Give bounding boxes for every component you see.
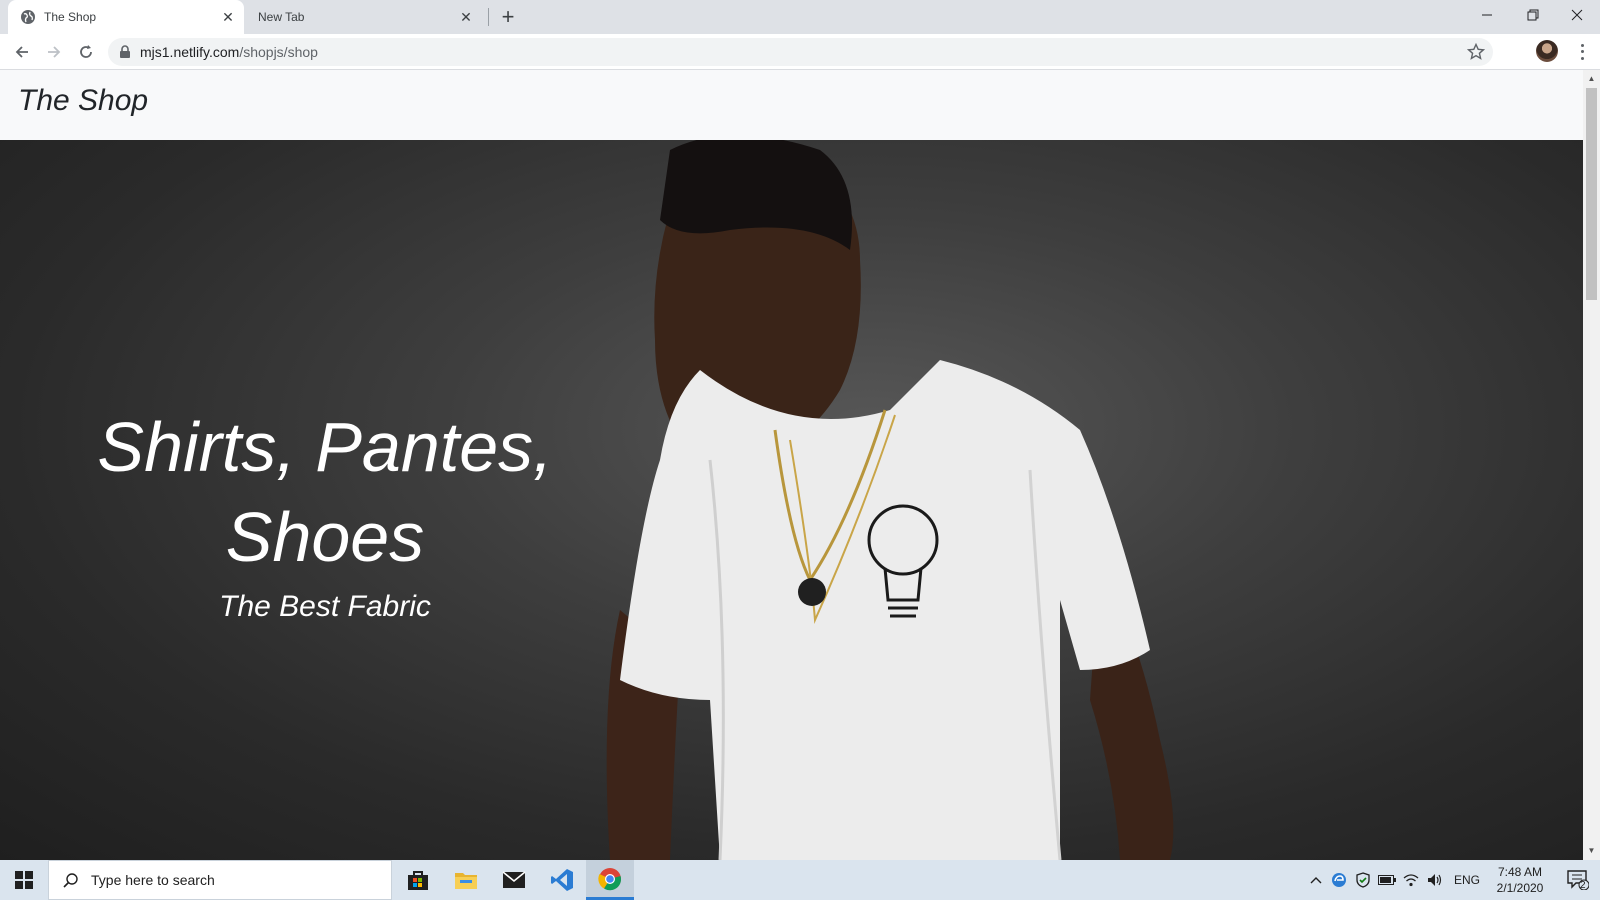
language-indicator[interactable]: ENG <box>1450 860 1484 900</box>
url-path: /shopjs/shop <box>239 44 318 60</box>
page-scrollbar[interactable]: ▲ ▼ <box>1583 70 1600 860</box>
hero-section: Shirts, Pantes, Shoes The Best Fabric <box>0 140 1583 860</box>
store-icon[interactable] <box>394 860 442 900</box>
action-center-icon[interactable]: 2 <box>1556 860 1600 900</box>
tab-divider <box>488 8 489 26</box>
clock-date: 2/1/2020 <box>1496 881 1544 895</box>
file-explorer-icon[interactable] <box>442 860 490 900</box>
browser-toolbar: mjs1.netlify.com/shopjs/shop <box>0 34 1600 70</box>
notification-count: 2 <box>1580 880 1586 891</box>
browser-menu-icon[interactable] <box>1574 42 1590 62</box>
url-host: mjs1.netlify.com <box>140 44 240 60</box>
restore-icon[interactable] <box>1510 0 1556 30</box>
close-tab-icon[interactable]: ✕ <box>220 9 236 25</box>
clock-time: 7:48 AM <box>1497 865 1543 879</box>
profile-avatar[interactable] <box>1536 40 1558 62</box>
show-hidden-icons-chevron-icon[interactable] <box>1306 860 1326 900</box>
minimize-icon[interactable] <box>1464 0 1510 30</box>
tab-the-shop[interactable]: The Shop ✕ <box>8 0 244 34</box>
lock-icon <box>120 45 130 58</box>
tab-strip: The Shop ✕ New Tab ✕ + <box>0 0 1600 34</box>
tab-title: New Tab <box>258 10 305 24</box>
globe-icon <box>21 10 35 24</box>
taskbar-clock[interactable]: 7:48 AM 2/1/2020 <box>1484 864 1556 896</box>
address-bar[interactable]: mjs1.netlify.com/shopjs/shop <box>108 38 1493 66</box>
edge-tray-icon[interactable] <box>1328 860 1350 900</box>
reload-icon[interactable] <box>72 38 100 66</box>
page-viewport: The Shop Shirts, Pantes, Shoes The Best … <box>0 70 1583 860</box>
search-icon <box>63 873 78 888</box>
search-placeholder: Type here to search <box>91 872 215 888</box>
windows-start-icon[interactable] <box>0 860 48 900</box>
mail-icon[interactable] <box>490 860 538 900</box>
wifi-icon[interactable] <box>1400 860 1422 900</box>
close-tab-icon[interactable]: ✕ <box>458 9 474 25</box>
hero-subtitle: The Best Fabric <box>219 590 431 623</box>
scroll-down-arrow-icon[interactable]: ▼ <box>1587 846 1596 855</box>
taskbar-search-box[interactable]: Type here to search <box>48 860 392 900</box>
bookmark-star-icon[interactable] <box>1467 43 1485 61</box>
windows-taskbar: Type here to search ENG 7:48 AM 2/1/2020… <box>0 860 1600 900</box>
hero-title-line-2: Shoes <box>225 498 425 576</box>
battery-icon[interactable] <box>1376 860 1398 900</box>
vscode-icon[interactable] <box>538 860 586 900</box>
back-arrow-icon[interactable] <box>8 38 36 66</box>
scroll-up-arrow-icon[interactable]: ▲ <box>1587 74 1596 83</box>
volume-icon[interactable] <box>1424 860 1446 900</box>
site-navbar: The Shop <box>0 70 1583 140</box>
chrome-icon[interactable] <box>586 860 634 900</box>
site-brand-link[interactable]: The Shop <box>18 84 148 118</box>
hero-title: Shirts, Pantes, Shoes <box>40 402 610 582</box>
tab-new-tab[interactable]: New Tab ✕ <box>246 0 482 34</box>
close-window-icon[interactable] <box>1554 0 1600 30</box>
new-tab-plus-icon[interactable]: + <box>496 4 520 29</box>
scrollbar-thumb[interactable] <box>1586 88 1597 300</box>
security-shield-icon[interactable] <box>1352 860 1374 900</box>
tab-title: The Shop <box>44 10 97 24</box>
hero-model-image <box>606 140 1174 860</box>
forward-arrow-icon[interactable] <box>40 38 68 66</box>
hero-title-line-1: Shirts, Pantes, <box>97 408 553 486</box>
